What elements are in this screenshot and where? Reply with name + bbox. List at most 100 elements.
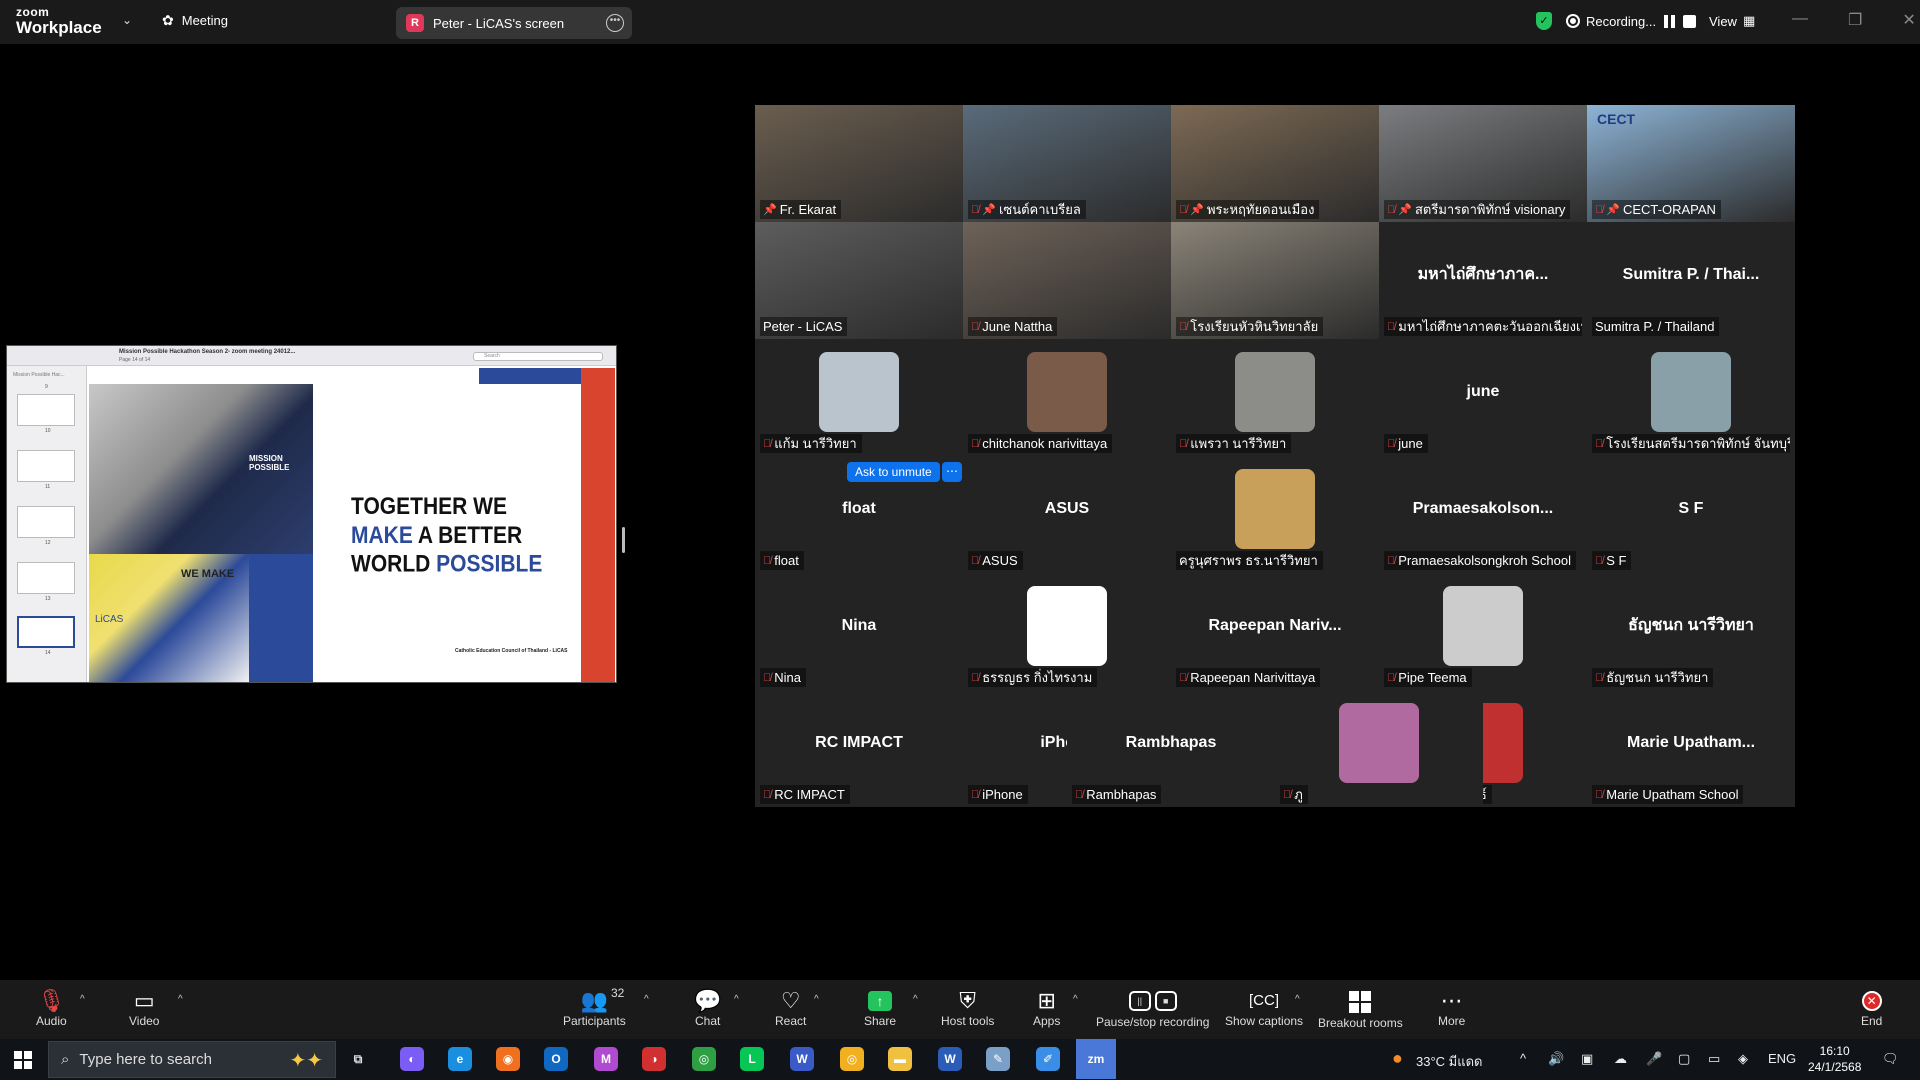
network-icon[interactable]: ▭ — [1708, 1051, 1720, 1067]
show-captions-button[interactable]: [CC] Show captions — [1225, 988, 1303, 1028]
restore-icon[interactable]: ❐ — [1848, 10, 1862, 30]
shield-tray-icon[interactable]: ◈ — [1738, 1051, 1748, 1067]
taskbar-app-outlook-icon[interactable]: O — [544, 1047, 568, 1071]
encryption-shield-icon[interactable]: ✓ — [1536, 12, 1552, 30]
more-options-icon[interactable]: ••• — [606, 14, 624, 32]
participant-more-button[interactable]: ⋯ — [942, 462, 962, 482]
share-options-caret[interactable]: ^ — [913, 994, 918, 1005]
page-thumbnail[interactable] — [17, 394, 75, 426]
system-clock[interactable]: 16:10 24/1/2568 — [1808, 1043, 1861, 1075]
audio-options-caret[interactable]: ^ — [80, 994, 85, 1005]
language-indicator[interactable]: ENG — [1768, 1051, 1796, 1066]
participant-tile[interactable]: 🎙̸ 📌 สตรีมารดาพิทักษ์ visionary — [1379, 105, 1587, 222]
view-button[interactable]: View ▦ — [1709, 13, 1755, 29]
participant-tile[interactable]: 🎙̸ Pipe Teema — [1379, 573, 1587, 690]
audio-button[interactable]: 🎙 Audio — [36, 988, 67, 1028]
participant-tile[interactable]: ธัญชนก นารีวิทยา 🎙̸ ธัญชนก นารีวิทยา — [1587, 573, 1795, 690]
pause-recording-icon[interactable] — [1664, 14, 1676, 28]
tray-overflow-icon[interactable]: ^ — [1520, 1051, 1526, 1066]
participant-tile[interactable]: Marie Upatham... 🎙̸ Marie Upatham School — [1587, 690, 1795, 807]
participant-tile[interactable]: june 🎙̸ june — [1379, 339, 1587, 456]
pdf-search-input[interactable]: Search — [473, 352, 603, 361]
react-button[interactable]: ♡ React — [775, 988, 806, 1028]
taskbar-app-notes-icon[interactable]: W — [790, 1047, 814, 1071]
pause-stop-recording-button[interactable]: || ■ Pause/stop recording — [1096, 988, 1209, 1029]
taskbar-app-edge-icon[interactable]: e — [448, 1047, 472, 1071]
participant-tile[interactable]: ครูนุศราพร ธร.นารีวิทยา — [1171, 456, 1379, 573]
participant-tile[interactable]: 🎙̸ 📌 พระหฤทัยดอนเมือง — [1171, 105, 1379, 222]
stop-recording-icon[interactable] — [1683, 14, 1697, 28]
page-thumbnail-selected[interactable] — [17, 616, 75, 648]
device-icon[interactable]: ▣ — [1581, 1051, 1593, 1067]
taskbar-app-chrome-icon[interactable]: ◎ — [840, 1047, 864, 1071]
shared-screen[interactable]: Mission Possible Hackathon Season 2- zoo… — [6, 345, 617, 683]
react-options-caret[interactable]: ^ — [814, 994, 819, 1005]
mic-tray-icon[interactable]: 🎤 — [1646, 1051, 1662, 1067]
page-thumbnail[interactable] — [17, 450, 75, 482]
video-options-caret[interactable]: ^ — [178, 994, 183, 1005]
task-view-icon[interactable]: ⧉ — [346, 1047, 370, 1071]
close-icon[interactable]: ✕ — [1902, 10, 1915, 30]
participant-tile[interactable]: Nina 🎙̸ Nina — [755, 573, 963, 690]
page-thumbnail[interactable] — [17, 506, 75, 538]
participant-tile[interactable]: 📌 Fr. Ekarat — [755, 105, 963, 222]
screen-share-indicator[interactable]: R Peter - LiCAS's screen ••• — [396, 7, 632, 39]
taskbar-app-zm-icon[interactable]: zm — [1076, 1039, 1116, 1079]
chat-options-caret[interactable]: ^ — [734, 994, 739, 1005]
breakout-rooms-button[interactable]: Breakout rooms — [1318, 988, 1403, 1030]
video-button[interactable]: ▭ Video — [129, 988, 159, 1028]
participant-tile[interactable]: Sumitra P. / Thai... Sumitra P. / Thailan… — [1587, 222, 1795, 339]
chevron-down-icon[interactable]: ⌄ — [122, 13, 132, 27]
split-view-resize-handle[interactable] — [622, 527, 625, 553]
taskbar-app-m365-icon[interactable]: M — [594, 1047, 618, 1071]
cloud-icon[interactable]: ☁ — [1614, 1051, 1627, 1067]
participants-button[interactable]: 👥 32 Participants — [563, 986, 626, 1028]
display-icon[interactable]: ▢ — [1678, 1051, 1690, 1067]
speaker-icon[interactable]: 🔊 — [1548, 1051, 1564, 1067]
participant-tile[interactable]: 🎙̸ แพรวา นารีวิทยา — [1171, 339, 1379, 456]
participant-tile[interactable]: มหาไถ่ศึกษาภาค... 🎙̸ มหาไถ่ศึกษาภาคตะวันออ… — [1379, 222, 1587, 339]
participant-tile[interactable]: Peter - LiCAS — [755, 222, 963, 339]
participant-tile[interactable]: Pramaesakolson... 🎙̸ Pramaesakolsongkroh S… — [1379, 456, 1587, 573]
participant-tile[interactable]: 🎙̸ โรงเรียนหัวหินวิทยาลัย — [1171, 222, 1379, 339]
participant-tile[interactable]: 🎙̸ ภู — [1275, 690, 1483, 807]
taskbar-app-chrome-icon[interactable]: ◎ — [692, 1047, 716, 1071]
weather-text[interactable]: 33°C มีแดด — [1416, 1051, 1483, 1072]
participant-tile[interactable]: ASUS 🎙̸ ASUS — [963, 456, 1171, 573]
taskbar-app-notepad-icon[interactable]: ✎ — [986, 1047, 1010, 1071]
more-button[interactable]: ⋯ More — [1438, 988, 1465, 1028]
participant-tile[interactable]: 🎙̸ แก้ม นารีวิทยา — [755, 339, 963, 456]
taskbar-app-firefox-icon[interactable]: ◉ — [496, 1047, 520, 1071]
zoom-workplace-logo[interactable]: zoom Workplace — [16, 6, 102, 36]
participant-tile[interactable]: 🎙̸ 📌 เซนต์คาเบรียล — [963, 105, 1171, 222]
apps-options-caret[interactable]: ^ — [1073, 994, 1078, 1005]
participant-tile[interactable]: 🎙̸ ธรรญธร กิ่งไทรงาม — [963, 573, 1171, 690]
participants-options-caret[interactable]: ^ — [644, 994, 649, 1005]
taskbar-app-app-icon[interactable]: ◑ — [642, 1047, 666, 1071]
participant-tile[interactable]: S F 🎙̸ S F — [1587, 456, 1795, 573]
participant-tile[interactable]: CECT 🎙̸ 📌 CECT-ORAPAN — [1587, 105, 1795, 222]
chat-button[interactable]: 💬 Chat — [694, 988, 721, 1028]
taskbar-search-input[interactable]: ⌕ Type here to search ✦✦ — [48, 1041, 336, 1078]
captions-options-caret[interactable]: ^ — [1295, 994, 1300, 1005]
taskbar-app-paint-icon[interactable]: ✐ — [1036, 1047, 1060, 1071]
page-thumbnail[interactable] — [17, 562, 75, 594]
taskbar-app-line-icon[interactable]: L — [740, 1047, 764, 1071]
ask-to-unmute-button[interactable]: Ask to unmute — [847, 462, 940, 482]
participant-tile[interactable]: 🎙̸ โรงเรียนสตรีมารดาพิทักษ์ จันทบุรี — [1587, 339, 1795, 456]
meeting-info-button[interactable]: ✿ Meeting — [162, 12, 228, 29]
apps-button[interactable]: ⊞ Apps — [1033, 988, 1060, 1028]
taskbar-app-word-icon[interactable]: W — [938, 1047, 962, 1071]
participant-tile[interactable]: RC IMPACT 🎙̸ RC IMPACT — [755, 690, 963, 807]
end-meeting-button[interactable]: ✕ End — [1861, 988, 1882, 1028]
taskbar-app-copilot-icon[interactable]: ◐ — [400, 1047, 424, 1071]
participant-tile[interactable]: Rapeepan Nariv... 🎙̸ Rapeepan Narivittaya — [1171, 573, 1379, 690]
host-tools-button[interactable]: ⛨ Host tools — [941, 988, 994, 1028]
participant-tile[interactable]: 🎙̸ June Nattha — [963, 222, 1171, 339]
share-button[interactable]: ↑ Share — [864, 988, 896, 1028]
notifications-icon[interactable]: 🗨 — [1882, 1051, 1899, 1067]
windows-start-icon[interactable] — [14, 1051, 32, 1069]
minimize-icon[interactable]: — — [1792, 10, 1808, 30]
participant-tile[interactable]: 🎙̸ chitchanok narivittaya — [963, 339, 1171, 456]
taskbar-app-files-icon[interactable]: ▬ — [888, 1047, 912, 1071]
